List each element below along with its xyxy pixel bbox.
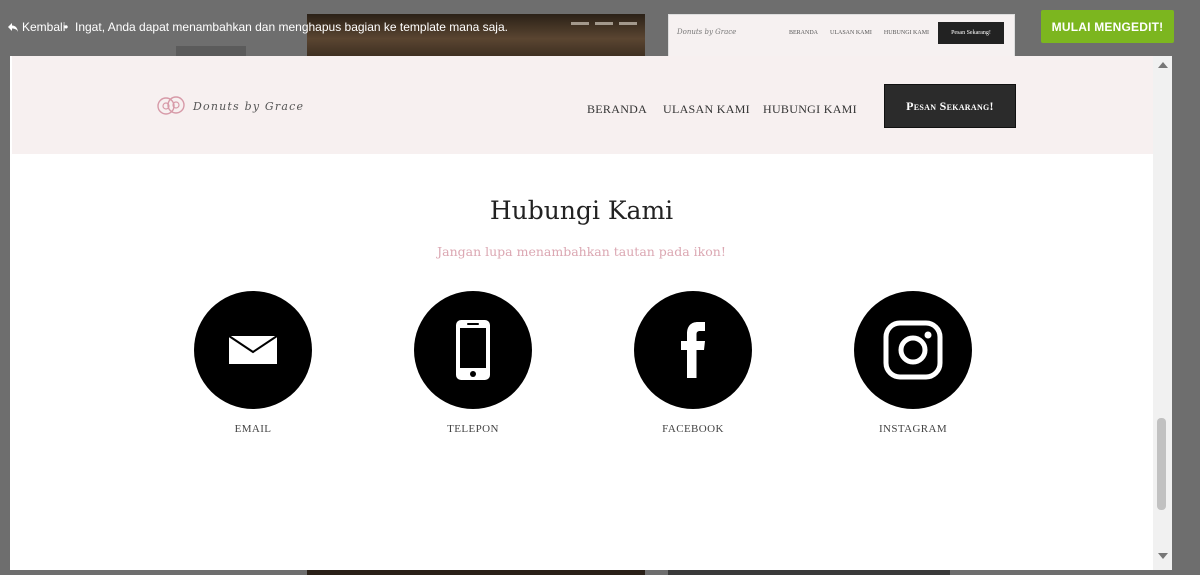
contact-phone[interactable]: TELEPON	[413, 291, 533, 435]
facebook-icon	[681, 322, 705, 378]
contact-label-email: EMAIL	[234, 423, 272, 435]
contact-instagram[interactable]: INSTAGRAM	[853, 291, 973, 435]
contact-email[interactable]: EMAIL	[193, 291, 313, 435]
section-subtitle: Jangan lupa menambahkan tautan pada ikon…	[437, 244, 726, 259]
reply-arrow-icon	[8, 23, 18, 32]
contact-icon-circle[interactable]	[854, 291, 972, 409]
scroll-down-arrow-icon[interactable]	[1158, 553, 1168, 559]
start-editing-button[interactable]: MULAI MENGEDIT!	[1041, 10, 1174, 43]
order-now-button[interactable]: Pesan Sekarang!	[884, 84, 1016, 128]
nav-ulasan-kami[interactable]: ULASAN KAMI	[663, 102, 750, 117]
site-logo[interactable]: Donuts by Grace	[155, 94, 304, 118]
scrollbar-thumb[interactable]	[1157, 418, 1166, 510]
envelope-icon	[228, 335, 278, 364]
contact-facebook[interactable]: FACEBOOK	[633, 291, 753, 435]
template-preview-frame: Donuts by Grace BERANDA ULASAN KAMI HUBU…	[10, 56, 1172, 570]
logo-text: Donuts by Grace	[193, 99, 305, 113]
site-header: Donuts by Grace BERANDA ULASAN KAMI HUBU…	[12, 56, 1153, 154]
contact-icon-circle[interactable]	[634, 291, 752, 409]
template-notice: Ingat, Anda dapat menambahkan dan mengha…	[75, 20, 508, 34]
contact-label-instagram: INSTAGRAM	[878, 423, 948, 435]
back-link[interactable]: Kembali	[7, 20, 65, 34]
phone-icon	[456, 320, 490, 380]
contact-icon-circle[interactable]	[194, 291, 312, 409]
contact-label-facebook: FACEBOOK	[662, 423, 724, 435]
section-title: Hubungi Kami	[489, 196, 674, 225]
nav-hubungi-kami[interactable]: HUBUNGI KAMI	[763, 102, 857, 117]
contact-label-phone: TELEPON	[447, 423, 499, 435]
nav-beranda[interactable]: BERANDA	[587, 102, 647, 117]
preview-toolbar: Kembali • Ingat, Anda dapat menambahkan …	[0, 0, 1200, 56]
donut-logo-icon	[157, 96, 185, 115]
preview-scrollbar[interactable]	[1153, 56, 1172, 570]
instagram-icon	[883, 320, 943, 380]
scroll-up-arrow-icon[interactable]	[1158, 62, 1168, 68]
separator-dot: •	[64, 20, 69, 34]
back-label: Kembali	[22, 20, 66, 34]
contact-icon-circle[interactable]	[414, 291, 532, 409]
